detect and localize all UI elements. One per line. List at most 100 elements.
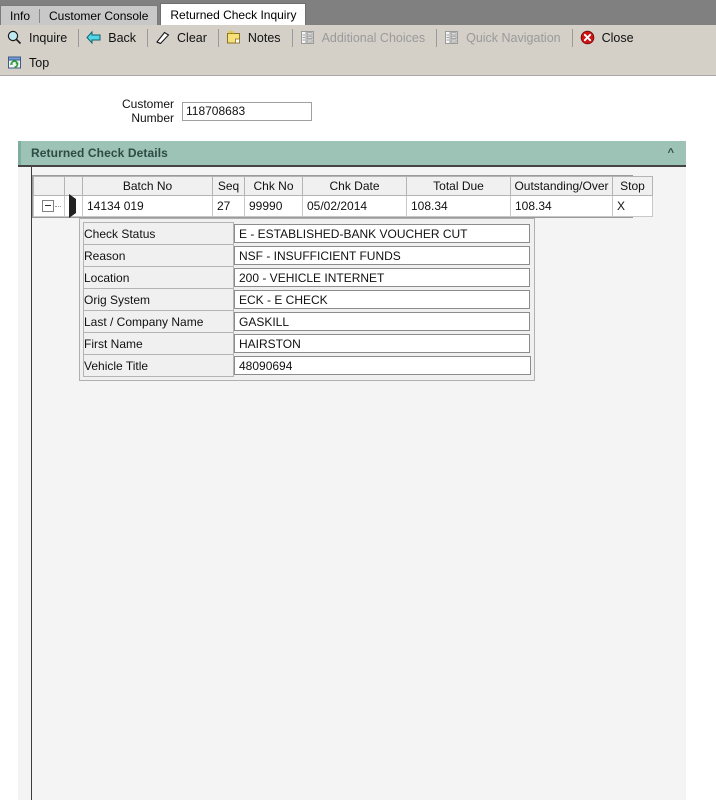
cell-chk-date[interactable]: 05/02/2014 [302, 195, 407, 217]
top-window-icon [6, 54, 23, 71]
column-header-total-due[interactable]: Total Due [406, 176, 511, 196]
cell-chk-no[interactable]: 99990 [244, 195, 303, 217]
toolbar-separator [571, 28, 573, 47]
cell-seq[interactable]: 27 [212, 195, 245, 217]
close-button[interactable]: Close [577, 27, 641, 49]
notes-label: Notes [247, 30, 281, 45]
close-circle-icon [579, 29, 596, 46]
list-icon [443, 29, 460, 46]
inquire-button[interactable]: Inquire [4, 27, 74, 49]
list-icon [299, 29, 316, 46]
column-header-stop[interactable]: Stop [612, 176, 653, 196]
detail-body: Check Status E - ESTABLISHED-BANK VOUCHE… [83, 222, 531, 377]
grid-indicator-header [33, 176, 65, 196]
tab-customer-console[interactable]: Customer Console [40, 6, 157, 26]
clear-button[interactable]: Clear [152, 27, 214, 49]
column-header-seq[interactable]: Seq [212, 176, 245, 196]
section-title: Returned Check Details [31, 146, 168, 160]
detail-row-check-status: Check Status E - ESTABLISHED-BANK VOUCHE… [83, 222, 531, 245]
toolbar-separator [147, 28, 149, 47]
additional-choices-button[interactable]: Additional Choices [297, 27, 433, 49]
toolbar-row-secondary: Top [0, 50, 716, 75]
grid-header-row: Batch No Seq Chk No Chk Date Total Due O… [33, 176, 653, 196]
chevron-up-icon[interactable]: ^ [668, 147, 674, 159]
label-first-name: First Name [83, 332, 234, 355]
label-reason: Reason [83, 244, 234, 267]
detail-row-vehicle-title: Vehicle Title 48090694 [83, 354, 531, 377]
tab-group-inactive[interactable]: Info Customer Console [0, 5, 159, 26]
quick-navigation-button[interactable]: Quick Navigation [441, 27, 568, 49]
detail-row-location: Location 200 - VEHICLE INTERNET [83, 266, 531, 289]
panel-top-rule [18, 165, 686, 167]
grid-header: Batch No Seq Chk No Chk Date Total Due O… [33, 176, 653, 196]
magnifier-icon [6, 29, 23, 46]
toolbar-separator [291, 28, 293, 47]
collapse-minus-icon[interactable] [42, 200, 54, 212]
column-header-outstanding-over[interactable]: Outstanding/Over [510, 176, 613, 196]
field-reason[interactable]: NSF - INSUFFICIENT FUNDS [234, 246, 530, 265]
field-location[interactable]: 200 - VEHICLE INTERNET [234, 268, 530, 287]
field-orig-system[interactable]: ECK - E CHECK [234, 290, 530, 309]
close-label: Close [601, 30, 634, 45]
top-label: Top [29, 55, 50, 70]
details-panel: Batch No Seq Chk No Chk Date Total Due O… [18, 165, 704, 800]
back-button[interactable]: Back [83, 27, 143, 49]
top-button[interactable]: Top [4, 52, 56, 74]
toolbar-separator [436, 28, 438, 47]
toolbar-row-primary: Inquire Back Clear Notes Additional Choi… [0, 25, 716, 50]
notes-button[interactable]: Notes [223, 27, 288, 49]
column-header-chk-no[interactable]: Chk No [244, 176, 303, 196]
cell-batch-no[interactable]: 14134 019 [82, 195, 213, 217]
value-cell-first-name: HAIRSTON [233, 332, 531, 355]
back-arrow-icon [85, 29, 102, 46]
detail-row-orig-system: Orig System ECK - E CHECK [83, 288, 531, 311]
cell-total-due[interactable]: 108.34 [406, 195, 511, 217]
additional-choices-label: Additional Choices [321, 30, 426, 45]
row-expander-cell[interactable] [33, 195, 65, 217]
grid-table: Batch No Seq Chk No Chk Date Total Due O… [33, 176, 653, 218]
clear-label: Clear [177, 30, 207, 45]
value-cell-vehicle-title: 48090694 [233, 354, 531, 377]
notes-icon [225, 29, 242, 46]
value-cell-last-company-name: GASKILL [233, 310, 531, 333]
returned-check-details-header[interactable]: Returned Check Details ^ [18, 141, 686, 165]
customer-number-input[interactable] [182, 101, 312, 121]
tab-info[interactable]: Info [1, 6, 39, 26]
customer-number-label: Customer Number [121, 97, 174, 125]
cell-outstanding-over[interactable]: 108.34 [510, 195, 613, 217]
current-row-indicator-cell[interactable] [64, 194, 83, 218]
toolbar-separator [78, 28, 80, 47]
value-cell-check-status: E - ESTABLISHED-BANK VOUCHER CUT [233, 222, 531, 245]
field-check-status[interactable]: E - ESTABLISHED-BANK VOUCHER CUT [234, 224, 530, 243]
panel-left-rule [31, 167, 32, 800]
column-header-batch-no[interactable]: Batch No [82, 176, 213, 196]
value-cell-reason: NSF - INSUFFICIENT FUNDS [233, 244, 531, 267]
value-cell-location: 200 - VEHICLE INTERNET [233, 266, 531, 289]
label-orig-system: Orig System [83, 288, 234, 311]
field-last-company-name[interactable]: GASKILL [234, 312, 530, 331]
label-location: Location [83, 266, 234, 289]
label-vehicle-title: Vehicle Title [83, 354, 234, 377]
column-header-chk-date[interactable]: Chk Date [302, 176, 407, 196]
tab-strip: Info Customer Console Returned Check Inq… [0, 0, 716, 25]
label-last-company-name: Last / Company Name [83, 310, 234, 333]
inquire-label: Inquire [29, 30, 68, 45]
field-vehicle-title[interactable]: 48090694 [234, 356, 531, 375]
row-pointer-icon [69, 194, 76, 218]
toolbar: Inquire Back Clear Notes Additional Choi… [0, 25, 716, 76]
detail-row-last-company-name: Last / Company Name GASKILL [83, 310, 531, 333]
toolbar-separator [217, 28, 219, 47]
grid-select-header [64, 176, 83, 196]
detail-row-reason: Reason NSF - INSUFFICIENT FUNDS [83, 244, 531, 267]
table-row[interactable]: 14134 019 27 99990 05/02/2014 108.34 108… [33, 194, 653, 218]
cell-stop[interactable]: X [612, 195, 653, 217]
eraser-icon [154, 29, 171, 46]
customer-number-row: Customer Number [0, 97, 716, 125]
panel-right-margin [686, 165, 704, 800]
tab-returned-check-inquiry[interactable]: Returned Check Inquiry [160, 3, 307, 25]
grid-body: 14134 019 27 99990 05/02/2014 108.34 108… [33, 194, 653, 218]
detail-table: Check Status E - ESTABLISHED-BANK VOUCHE… [83, 222, 531, 377]
field-first-name[interactable]: HAIRSTON [234, 334, 530, 353]
label-check-status: Check Status [83, 222, 234, 245]
detail-row-first-name: First Name HAIRSTON [83, 332, 531, 355]
